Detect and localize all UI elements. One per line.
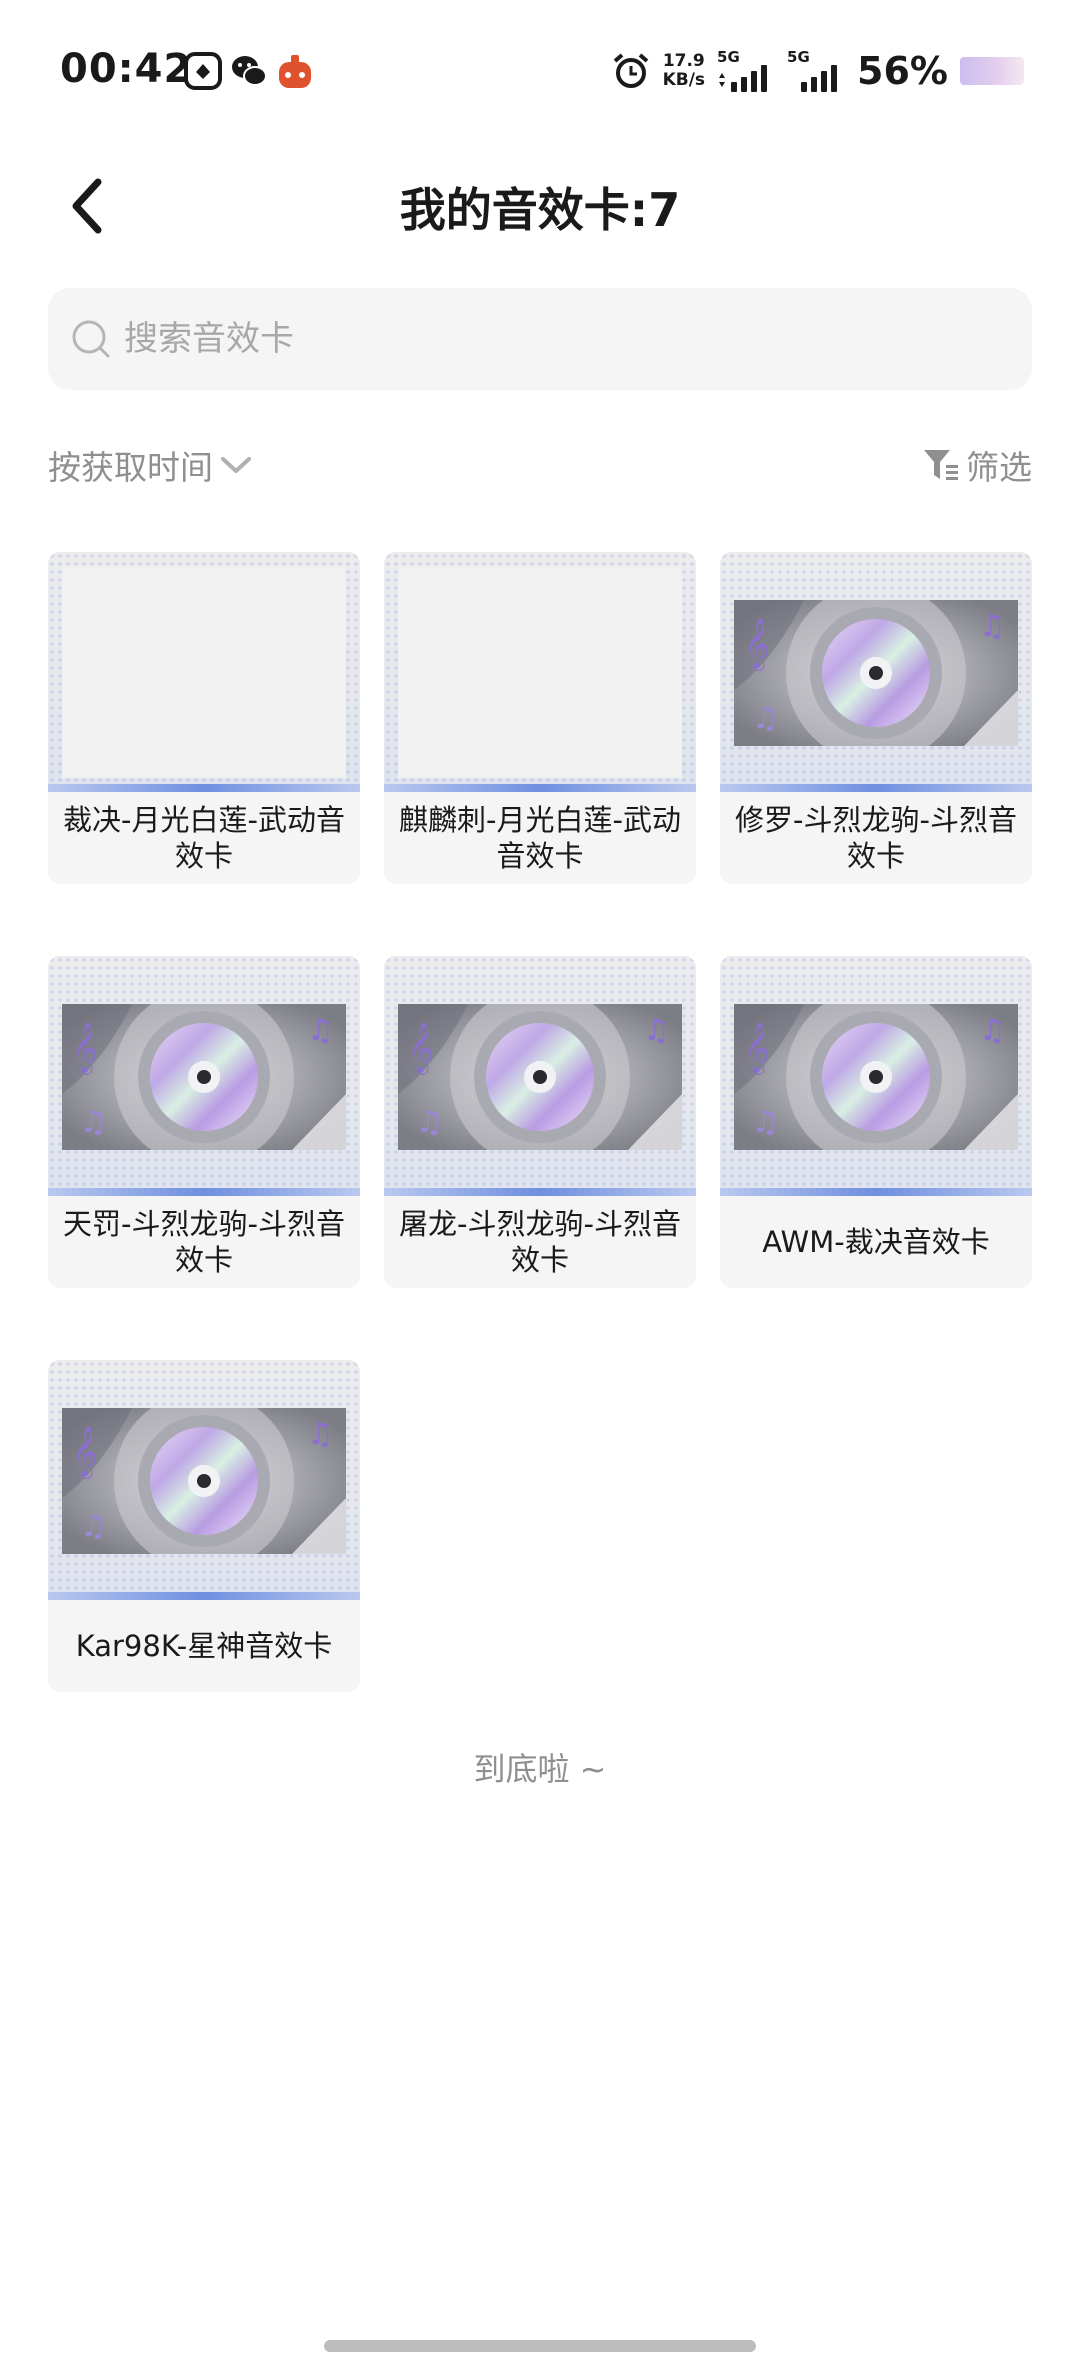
signal-bars-icon bbox=[719, 65, 768, 92]
sound-card[interactable]: 𝄞 ♫ ♫ AWM-裁决音效卡 bbox=[720, 956, 1032, 1288]
music-disc-image: 𝄞 ♫ ♫ bbox=[62, 1004, 346, 1150]
sound-card-thumbnail: 𝄞 ♫ ♫ bbox=[384, 956, 696, 1196]
battery-percent: 56% bbox=[857, 49, 948, 93]
svg-text:♫: ♫ bbox=[307, 1013, 334, 1048]
sound-card-thumbnail bbox=[384, 552, 696, 792]
sound-card-name: 天罚-斗烈龙驹-斗烈音效卡 bbox=[63, 1207, 345, 1277]
search-input[interactable] bbox=[124, 319, 984, 359]
signal-bars-icon bbox=[801, 65, 838, 92]
end-of-list-text: 到底啦 ~ bbox=[473, 1750, 607, 1788]
home-indicator[interactable] bbox=[324, 2340, 756, 2352]
svg-text:𝄞: 𝄞 bbox=[408, 1022, 434, 1075]
sound-card-name: AWM-裁决音效卡 bbox=[762, 1225, 990, 1259]
sound-card[interactable]: 𝄞 ♫ ♫ Kar98K-星神音效卡 bbox=[48, 1360, 360, 1692]
svg-text:♫: ♫ bbox=[307, 1417, 334, 1452]
sort-label: 按获取时间 bbox=[48, 448, 213, 487]
sim2-signal: 5G bbox=[787, 48, 845, 94]
status-right-group: 17.9 KB/s 5G 5G 56% bbox=[611, 44, 1024, 98]
svg-text:♫: ♫ bbox=[979, 1013, 1006, 1048]
svg-text:♫: ♫ bbox=[752, 1105, 779, 1140]
network-speed: 17.9 KB/s bbox=[663, 52, 705, 90]
sound-card-name: 裁决-月光白莲-武动音效卡 bbox=[63, 803, 345, 873]
svg-text:♫: ♫ bbox=[643, 1013, 670, 1048]
sound-card-name: 修罗-斗烈龙驹-斗烈音效卡 bbox=[735, 803, 1017, 873]
alarm-icon bbox=[613, 53, 648, 88]
sound-card-grid: 裁决-月光白莲-武动音效卡 麒麟刺-月光白莲-武动音效卡 𝄞 ♫ ♫ 修罗-斗烈龙… bbox=[48, 552, 1032, 1692]
sound-card-thumbnail: 𝄞 ♫ ♫ bbox=[720, 956, 1032, 1196]
svg-text:𝄞: 𝄞 bbox=[744, 618, 770, 671]
svg-text:♫: ♫ bbox=[416, 1105, 443, 1140]
chevron-down-icon bbox=[221, 457, 251, 473]
sound-card-name: Kar98K-星神音效卡 bbox=[75, 1629, 333, 1663]
search-icon bbox=[72, 320, 110, 358]
svg-text:♫: ♫ bbox=[80, 1105, 107, 1140]
blank-image-placeholder bbox=[62, 566, 346, 778]
sort-dropdown[interactable]: 按获取时间 bbox=[48, 440, 253, 490]
sound-card[interactable]: 麒麟刺-月光白莲-武动音效卡 bbox=[384, 552, 696, 884]
network-speed-unit: KB/s bbox=[662, 70, 706, 90]
filter-icon bbox=[924, 450, 958, 480]
svg-text:♫: ♫ bbox=[979, 609, 1006, 644]
sim1-signal: 5G bbox=[717, 48, 775, 94]
blank-image-placeholder bbox=[398, 566, 682, 778]
filter-button[interactable]: 筛选 bbox=[922, 440, 1032, 490]
sound-card[interactable]: 𝄞 ♫ ♫ 屠龙-斗烈龙驹-斗烈音效卡 bbox=[384, 956, 696, 1288]
filter-label: 筛选 bbox=[966, 448, 1032, 487]
sound-card-name: 麒麟刺-月光白莲-武动音效卡 bbox=[399, 803, 681, 873]
game-app-icon bbox=[279, 55, 311, 88]
music-disc-image: 𝄞 ♫ ♫ bbox=[734, 600, 1018, 746]
sound-card-page: 00:42 17.9 KB/s 5G 5G 56% 我的音效卡:7 搜索音效卡 … bbox=[0, 0, 1080, 2376]
app-notification-icon bbox=[184, 52, 222, 90]
wechat-icon bbox=[232, 56, 267, 86]
music-disc-image: 𝄞 ♫ ♫ bbox=[62, 1408, 346, 1554]
sound-card-thumbnail: 𝄞 ♫ ♫ bbox=[48, 1360, 360, 1600]
network-speed-value: 17.9 bbox=[662, 51, 705, 71]
sound-card-thumbnail: 𝄞 ♫ ♫ bbox=[48, 956, 360, 1196]
search-bar[interactable] bbox=[48, 288, 1032, 390]
svg-text:𝄞: 𝄞 bbox=[744, 1022, 770, 1075]
svg-text:♫: ♫ bbox=[752, 701, 779, 736]
page-header: 我的音效卡:7 bbox=[0, 150, 1080, 262]
svg-text:𝄞: 𝄞 bbox=[72, 1426, 98, 1479]
sound-card-thumbnail bbox=[48, 552, 360, 792]
svg-text:𝄞: 𝄞 bbox=[72, 1022, 98, 1075]
sound-card-thumbnail: 𝄞 ♫ ♫ bbox=[720, 552, 1032, 792]
status-bar: 00:42 17.9 KB/s 5G 5G 56% bbox=[0, 0, 1080, 150]
music-disc-image: 𝄞 ♫ ♫ bbox=[734, 1004, 1018, 1150]
svg-text:♫: ♫ bbox=[80, 1509, 107, 1544]
battery-icon bbox=[960, 57, 1024, 85]
sound-card[interactable]: 𝄞 ♫ ♫ 天罚-斗烈龙驹-斗烈音效卡 bbox=[48, 956, 360, 1288]
sound-card-name: 屠龙-斗烈龙驹-斗烈音效卡 bbox=[399, 1207, 681, 1277]
music-disc-image: 𝄞 ♫ ♫ bbox=[398, 1004, 682, 1150]
status-time: 00:42 bbox=[60, 46, 193, 92]
page-title: 我的音效卡:7 bbox=[399, 183, 681, 237]
sound-card[interactable]: 𝄞 ♫ ♫ 修罗-斗烈龙驹-斗烈音效卡 bbox=[720, 552, 1032, 884]
sound-card[interactable]: 裁决-月光白莲-武动音效卡 bbox=[48, 552, 360, 884]
